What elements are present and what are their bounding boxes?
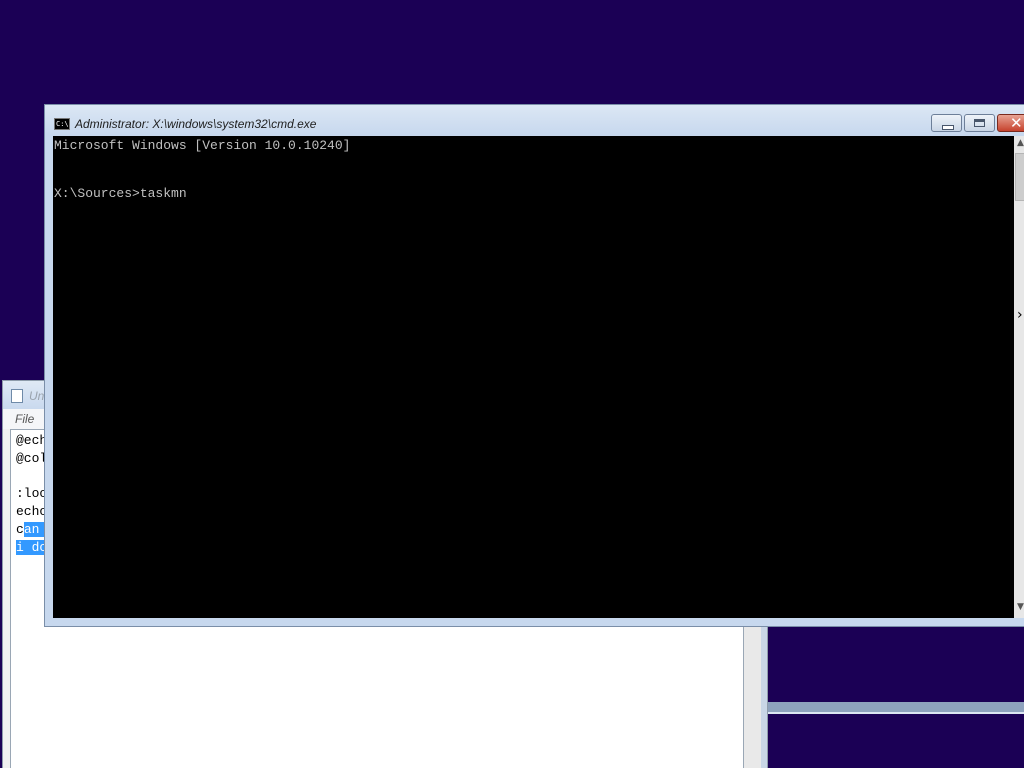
minimize-button[interactable] <box>931 114 962 132</box>
cmd-titlebar[interactable]: C:\ Administrator: X:\windows\system32\c… <box>45 105 1024 137</box>
background-window-edge <box>768 702 1024 712</box>
notepad-line: echo <box>16 504 48 519</box>
menu-file[interactable]: File <box>15 412 34 426</box>
background-window-edge-line <box>768 712 1024 714</box>
desktop: Un File @ech @col :loo echo can i do C:\… <box>0 0 1024 768</box>
console-line: Microsoft Windows [Version 10.0.10240] <box>54 138 351 153</box>
maximize-button[interactable] <box>964 114 995 132</box>
notepad-line: @col <box>16 451 48 466</box>
scroll-up-arrow-icon[interactable]: ▲ <box>1017 138 1024 148</box>
notepad-line: i do <box>16 539 48 557</box>
cmd-icon: C:\ <box>54 118 70 130</box>
cmd-title: Administrator: X:\windows\system32\cmd.e… <box>75 117 317 131</box>
close-button[interactable]: ✕ <box>997 114 1024 132</box>
scrollbar-thumb[interactable] <box>1015 153 1024 201</box>
minimize-icon <box>942 125 954 130</box>
notepad-line: :loo <box>16 486 48 501</box>
scroll-down-arrow-icon[interactable]: ▼ <box>1017 602 1024 612</box>
notepad-line: @ech <box>16 433 48 448</box>
notepad-line: can <box>16 522 48 537</box>
close-icon: ✕ <box>1010 114 1023 132</box>
selected-text: i do <box>16 540 48 555</box>
notepad-title: Un <box>29 389 45 403</box>
console-prompt-line: X:\Sources>taskmn <box>54 186 187 201</box>
mouse-cursor-icon: › <box>1017 307 1023 323</box>
cmd-window[interactable]: C:\ Administrator: X:\windows\system32\c… <box>44 104 1024 627</box>
maximize-icon <box>974 119 985 127</box>
console-output[interactable]: Microsoft Windows [Version 10.0.10240] X… <box>53 136 1014 618</box>
notepad-icon <box>11 389 23 403</box>
cmd-scrollbar[interactable]: ▲ ▼ <box>1014 136 1024 618</box>
